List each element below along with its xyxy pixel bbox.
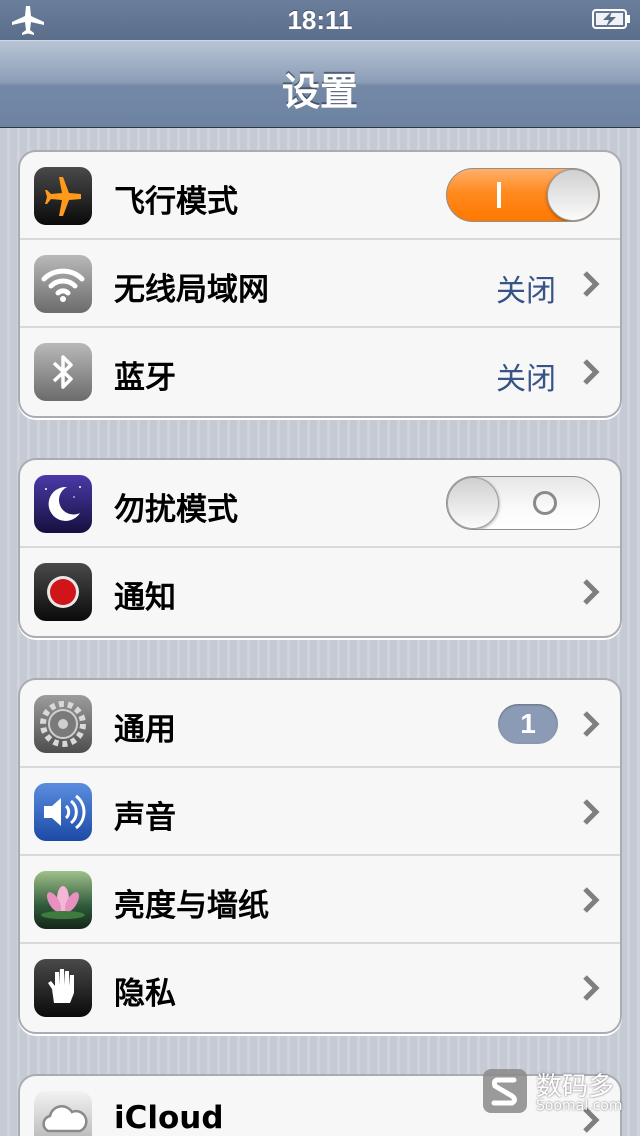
chevron-right-icon	[583, 975, 600, 1001]
gear-icon	[34, 695, 92, 753]
moon-icon	[34, 475, 92, 533]
do-not-disturb-toggle[interactable]	[446, 476, 600, 530]
row-wifi[interactable]: 无线局域网 关闭	[20, 240, 620, 328]
status-bar: 18:11	[0, 0, 640, 40]
status-time: 18:11	[287, 5, 353, 35]
navigation-bar: 设置	[0, 40, 640, 128]
toggle-knob[interactable]	[447, 477, 499, 529]
row-label: iCloud	[114, 1100, 224, 1136]
chevron-right-icon	[583, 271, 600, 297]
settings-group-notifications: 勿扰模式 通知	[18, 458, 622, 638]
row-brightness-wallpaper[interactable]: 亮度与墙纸	[20, 856, 620, 944]
row-label: 通知	[114, 580, 176, 616]
notification-icon	[34, 563, 92, 621]
toggle-on-mark	[497, 182, 501, 208]
row-label: 蓝牙	[114, 360, 176, 396]
row-bluetooth[interactable]: 蓝牙 关闭	[20, 328, 620, 416]
update-count-badge: 1	[498, 704, 558, 744]
row-notifications[interactable]: 通知	[20, 548, 620, 636]
row-privacy[interactable]: 隐私	[20, 944, 620, 1032]
chevron-right-icon	[583, 711, 600, 737]
page-title: 设置	[281, 70, 358, 114]
speaker-icon	[34, 783, 92, 841]
row-label: 亮度与墙纸	[114, 888, 269, 924]
bluetooth-status-value: 关闭	[496, 362, 556, 397]
wifi-status-value: 关闭	[496, 274, 556, 309]
airplane-icon	[34, 167, 92, 225]
battery-charging-icon	[592, 9, 630, 29]
row-label: 隐私	[114, 976, 176, 1012]
chevron-right-icon	[583, 579, 600, 605]
row-airplane-mode[interactable]: 飞行模式	[20, 152, 620, 240]
airplane-mode-toggle[interactable]	[446, 168, 600, 222]
soomal-logo-icon	[483, 1069, 527, 1113]
watermark-en-text: Soomal.com	[536, 1098, 623, 1114]
row-do-not-disturb[interactable]: 勿扰模式	[20, 460, 620, 548]
chevron-right-icon	[583, 799, 600, 825]
row-label: 勿扰模式	[114, 492, 238, 528]
settings-group-general: 通用 1 声音 亮度与墙纸 隐私	[18, 678, 622, 1034]
hand-icon	[34, 959, 92, 1017]
row-label: 飞行模式	[114, 184, 238, 220]
watermark: 数码多 Soomal.com	[480, 1064, 640, 1124]
settings-group-connectivity: 飞行模式 无线局域网 关闭 蓝牙 关闭	[18, 150, 622, 418]
chevron-right-icon	[583, 887, 600, 913]
row-sounds[interactable]: 声音	[20, 768, 620, 856]
toggle-off-mark	[533, 491, 557, 515]
row-label: 声音	[114, 800, 176, 836]
wifi-icon	[34, 255, 92, 313]
row-label: 通用	[114, 712, 176, 748]
row-general[interactable]: 通用 1	[20, 680, 620, 768]
row-label: 无线局域网	[114, 272, 269, 308]
cloud-icon	[34, 1091, 92, 1136]
flower-icon	[34, 871, 92, 929]
chevron-right-icon	[583, 359, 600, 385]
bluetooth-icon	[34, 343, 92, 401]
toggle-knob[interactable]	[547, 169, 599, 221]
